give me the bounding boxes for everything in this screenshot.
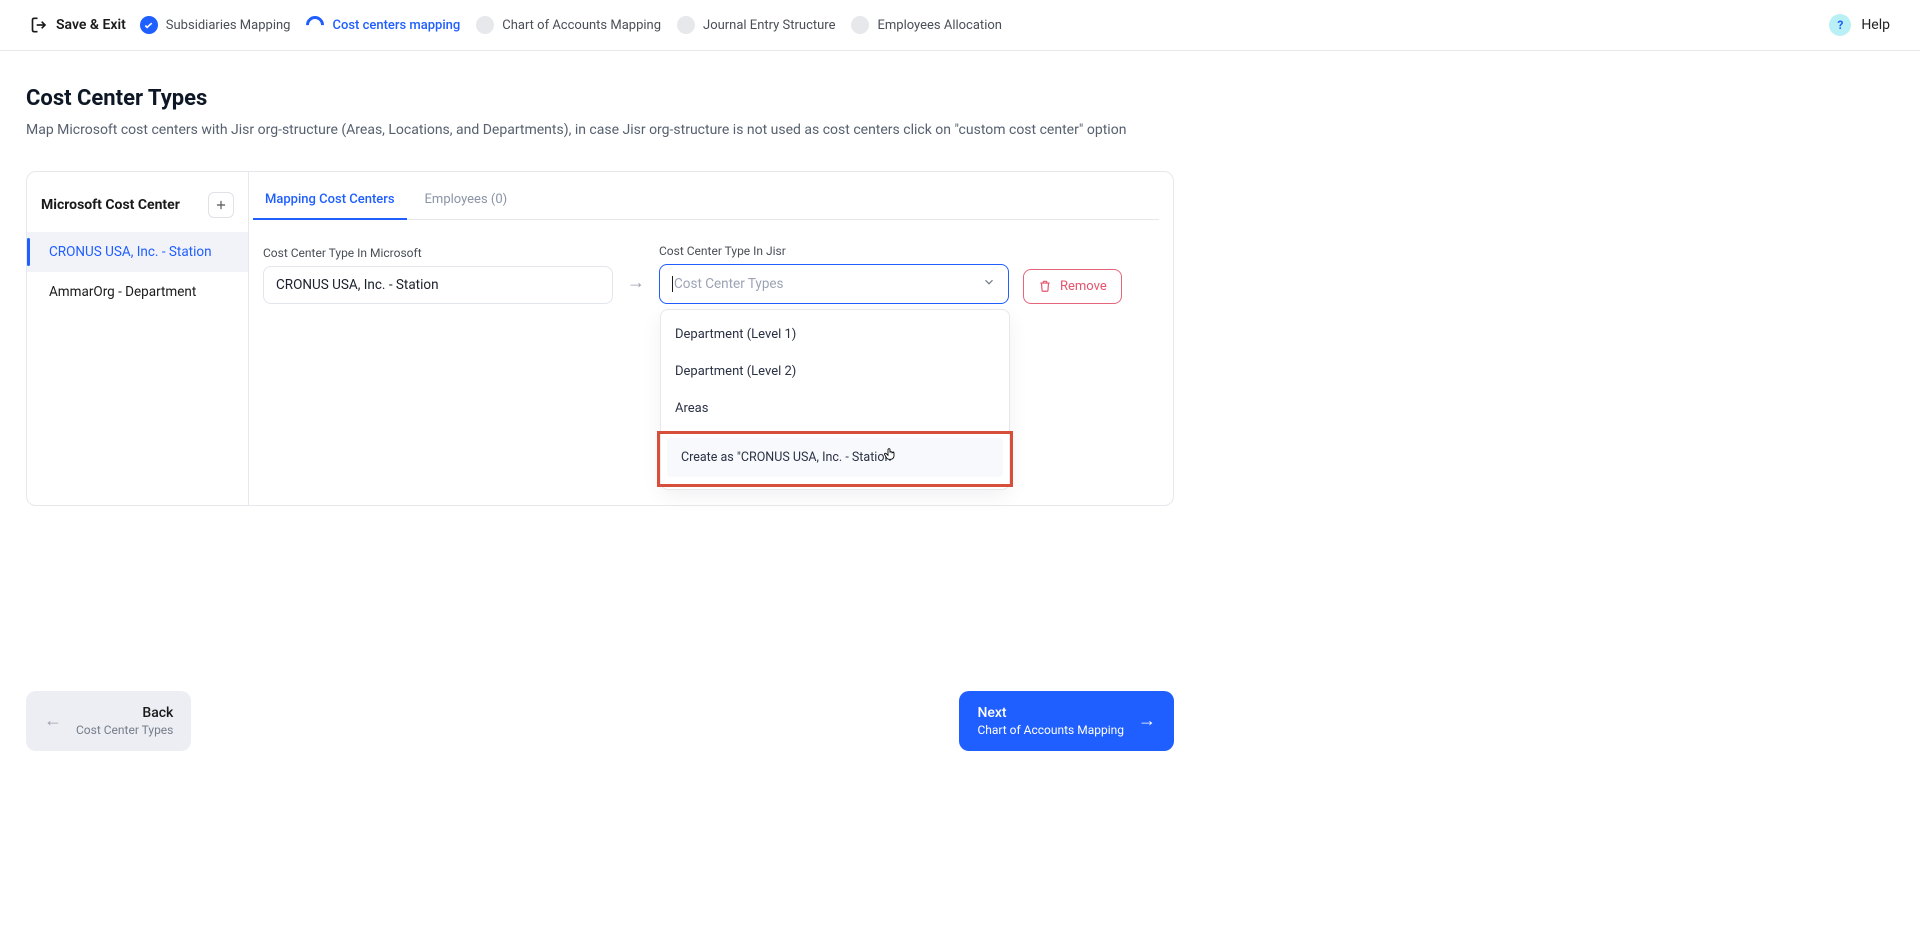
save-exit-button[interactable]: Save & Exit bbox=[30, 15, 126, 35]
back-subtitle: Cost Center Types bbox=[76, 723, 173, 737]
back-button[interactable]: ← Back Cost Center Types bbox=[26, 691, 191, 751]
content: Cost Center Types Map Microsoft cost cen… bbox=[0, 51, 1200, 541]
step-label: Employees Allocation bbox=[877, 18, 1001, 33]
dropdown-option[interactable]: Areas bbox=[661, 390, 1009, 427]
step-label: Cost centers mapping bbox=[332, 18, 460, 33]
dropdown-option[interactable]: Department (Level 2) bbox=[661, 353, 1009, 390]
jisr-cost-center-select[interactable]: Cost Center Types Department (Level 1) D… bbox=[659, 264, 1009, 304]
mapping-row: Cost Center Type In Microsoft CRONUS USA… bbox=[263, 244, 1159, 304]
progress-icon bbox=[303, 12, 328, 37]
select-placeholder: Cost Center Types bbox=[672, 276, 784, 292]
next-title: Next bbox=[977, 705, 1006, 721]
pending-icon bbox=[851, 16, 869, 34]
help-label: Help bbox=[1861, 17, 1890, 33]
cost-center-list: Microsoft Cost Center CRONUS USA, Inc. -… bbox=[27, 172, 249, 505]
dropdown-menu: Department (Level 1) Department (Level 2… bbox=[660, 309, 1010, 490]
chevron-down-icon bbox=[982, 275, 996, 293]
ms-cost-center-input[interactable]: CRONUS USA, Inc. - Station bbox=[263, 266, 613, 304]
save-exit-label: Save & Exit bbox=[56, 17, 126, 33]
mapping-panel: Microsoft Cost Center CRONUS USA, Inc. -… bbox=[26, 171, 1174, 506]
tab-label: Mapping Cost Centers bbox=[265, 192, 395, 207]
step-label: Subsidiaries Mapping bbox=[166, 18, 291, 33]
help-button[interactable]: ? Help bbox=[1829, 14, 1890, 36]
back-title: Back bbox=[142, 705, 173, 721]
back-button-text: Back Cost Center Types bbox=[76, 705, 173, 737]
page-title: Cost Center Types bbox=[26, 86, 1174, 111]
list-header-title: Microsoft Cost Center bbox=[41, 197, 180, 213]
step-employees-allocation[interactable]: Employees Allocation bbox=[851, 16, 1001, 34]
remove-label: Remove bbox=[1060, 279, 1107, 294]
topbar: Save & Exit Subsidiaries Mapping Cost ce… bbox=[0, 0, 1920, 51]
tab-mapping-cost-centers[interactable]: Mapping Cost Centers bbox=[263, 180, 397, 219]
list-item-label: CRONUS USA, Inc. - Station bbox=[49, 244, 212, 260]
arrow-right-icon: → bbox=[627, 254, 645, 293]
pending-icon bbox=[476, 16, 494, 34]
list-item[interactable]: AmmarOrg - Department bbox=[27, 272, 248, 312]
highlighted-option-frame: Create as "CRONUS USA, Inc. - Station" bbox=[657, 431, 1013, 487]
step-label: Journal Entry Structure bbox=[703, 18, 835, 33]
next-button-text: Next Chart of Accounts Mapping bbox=[977, 705, 1124, 737]
tab-employees[interactable]: Employees (0) bbox=[423, 180, 510, 219]
next-subtitle: Chart of Accounts Mapping bbox=[977, 723, 1124, 737]
dropdown-create-option[interactable]: Create as "CRONUS USA, Inc. - Station" bbox=[667, 438, 1003, 477]
jisr-cost-center-label: Cost Center Type In Jisr bbox=[659, 244, 1009, 258]
option-label: Department (Level 2) bbox=[675, 364, 796, 379]
topbar-left: Save & Exit Subsidiaries Mapping Cost ce… bbox=[30, 15, 1002, 35]
tabs: Mapping Cost Centers Employees (0) bbox=[263, 172, 1159, 220]
step-journal-entry[interactable]: Journal Entry Structure bbox=[677, 16, 835, 34]
ms-cost-center-value: CRONUS USA, Inc. - Station bbox=[276, 277, 439, 293]
exit-icon bbox=[30, 15, 50, 35]
list-item-label: AmmarOrg - Department bbox=[49, 284, 196, 300]
ms-cost-center-label: Cost Center Type In Microsoft bbox=[263, 246, 613, 260]
arrow-right-icon: → bbox=[1138, 710, 1156, 731]
arrow-left-icon: ← bbox=[44, 710, 62, 731]
page-description: Map Microsoft cost centers with Jisr org… bbox=[26, 121, 1174, 141]
stepper: Subsidiaries Mapping Cost centers mappin… bbox=[140, 16, 1002, 34]
remove-button[interactable]: Remove bbox=[1023, 269, 1122, 304]
trash-icon bbox=[1038, 279, 1052, 293]
create-option-label: Create as "CRONUS USA, Inc. - Station" bbox=[681, 450, 895, 465]
mapping-area: Mapping Cost Centers Employees (0) Cost … bbox=[249, 172, 1173, 505]
check-icon bbox=[140, 16, 158, 34]
step-label: Chart of Accounts Mapping bbox=[502, 18, 661, 33]
help-icon: ? bbox=[1829, 14, 1851, 36]
tab-label: Employees (0) bbox=[425, 192, 508, 207]
step-subsidiaries[interactable]: Subsidiaries Mapping bbox=[140, 16, 291, 34]
cost-center-list-header: Microsoft Cost Center bbox=[27, 172, 248, 232]
add-cost-center-button[interactable] bbox=[208, 192, 234, 218]
jisr-cost-center-col: Cost Center Type In Jisr Cost Center Typ… bbox=[659, 244, 1009, 304]
list-item[interactable]: CRONUS USA, Inc. - Station bbox=[27, 232, 248, 272]
ms-cost-center-col: Cost Center Type In Microsoft CRONUS USA… bbox=[263, 246, 613, 304]
step-cost-centers[interactable]: Cost centers mapping bbox=[306, 16, 460, 34]
option-label: Department (Level 1) bbox=[675, 327, 796, 342]
next-button[interactable]: Next Chart of Accounts Mapping → bbox=[959, 691, 1174, 751]
option-label: Areas bbox=[675, 401, 708, 416]
pending-icon bbox=[677, 16, 695, 34]
step-chart-of-accounts[interactable]: Chart of Accounts Mapping bbox=[476, 16, 661, 34]
footer-nav: ← Back Cost Center Types Next Chart of A… bbox=[0, 661, 1200, 781]
dropdown-option[interactable]: Department (Level 1) bbox=[661, 316, 1009, 353]
